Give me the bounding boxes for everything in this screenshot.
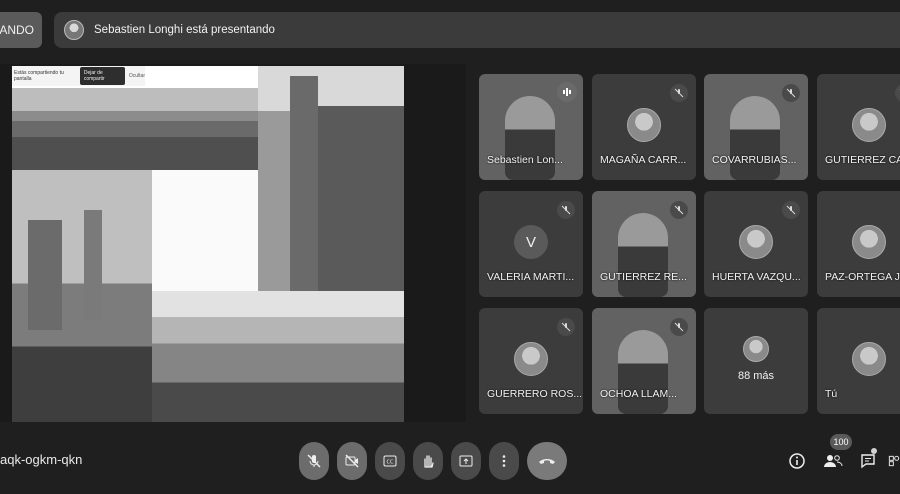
presentation-stage: Estás compartiendo tu pantalla Dejar de …	[0, 64, 466, 422]
mic-toggle-button[interactable]	[299, 442, 329, 480]
mic-muted-icon	[782, 84, 800, 102]
sharing-text: Estás compartiendo tu pantalla	[14, 70, 64, 82]
meeting-code: aqk-ogkm-qkn	[0, 452, 83, 467]
more-participants-tile[interactable]: 88 más	[704, 308, 808, 414]
cathedral-body-shape	[318, 106, 404, 291]
participant-name: OCHOA LLAM...	[600, 388, 678, 400]
captions-button[interactable]: CC	[375, 442, 405, 480]
participant-tile[interactable]: OCHOA LLAM...	[592, 308, 696, 414]
participant-video	[730, 96, 780, 180]
participant-avatar	[739, 225, 773, 259]
tower-shape-right	[84, 210, 102, 320]
participant-tile[interactable]: HUERTA VAZQU...	[704, 191, 808, 297]
participant-video	[618, 213, 668, 297]
participant-video	[505, 96, 555, 180]
raise-hand-icon	[424, 455, 434, 468]
participant-tile[interactable]: Sebastien Lon...	[479, 74, 583, 180]
participant-name: GUTIERREZ CA...	[825, 154, 900, 166]
hide-share-bar-button[interactable]: Ocultar	[129, 73, 145, 79]
meeting-info-button[interactable]	[786, 450, 808, 472]
end-call-button[interactable]	[527, 442, 567, 480]
participant-name: VALERIA MARTI...	[487, 271, 575, 283]
participant-video	[618, 330, 668, 414]
participant-tile[interactable]: GUTIERREZ RE...	[592, 191, 696, 297]
participant-name: MAGAÑA CARR...	[600, 154, 687, 166]
mic-muted-icon	[670, 318, 688, 336]
participant-name: COVARRUBIAS...	[712, 154, 797, 166]
camera-toggle-button[interactable]	[337, 442, 367, 480]
participant-avatar-stack	[743, 336, 769, 362]
participant-name: Sebastien Lon...	[487, 154, 563, 166]
participant-avatar	[852, 108, 886, 142]
header-left-button-label: RANDO	[0, 23, 34, 37]
self-tile[interactable]: Tú	[817, 308, 900, 414]
captions-icon: CC	[383, 455, 397, 467]
stop-sharing-button[interactable]: Dejar de compartir	[79, 67, 125, 85]
chat-notification-dot	[871, 448, 877, 454]
participant-tile[interactable]: GUERRERO ROS...	[479, 308, 583, 414]
header-left-button[interactable]: RANDO	[0, 12, 42, 48]
chat-icon	[861, 454, 875, 469]
slide-blank-panel	[152, 170, 258, 291]
self-avatar	[852, 342, 886, 376]
participant-tile[interactable]: PAZ-ORTEGA J...	[817, 191, 900, 297]
participant-tile[interactable]: V VALERIA MARTI...	[479, 191, 583, 297]
presenter-avatar	[64, 20, 84, 40]
slide-photo-towers	[12, 170, 152, 422]
screen-share-bar: Estás compartiendo tu pantalla Dejar de …	[12, 66, 145, 86]
cathedral-tower-shape	[290, 76, 318, 291]
participant-avatar	[627, 108, 661, 142]
participant-name: HUERTA VAZQU...	[712, 271, 801, 283]
activities-icon	[888, 455, 900, 467]
mic-muted-icon	[670, 201, 688, 219]
participant-tile[interactable]: MAGAÑA CARR...	[592, 74, 696, 180]
tower-shape-left	[28, 220, 62, 330]
participant-name: PAZ-ORTEGA J...	[825, 271, 900, 283]
slide-photo-cathedral	[258, 66, 404, 291]
participant-avatar	[852, 225, 886, 259]
camera-off-icon	[345, 454, 359, 468]
participant-count-badge: 100	[830, 434, 852, 450]
slide-photo-bridge-city	[152, 291, 404, 422]
shared-slide: Estás compartiendo tu pantalla Dejar de …	[12, 66, 404, 422]
slide-photo-city-panorama	[12, 88, 258, 170]
self-name: Tú	[825, 388, 838, 400]
mic-off-icon	[307, 454, 321, 468]
presenting-text: Sebastien Longhi está presentando	[94, 24, 275, 36]
mic-muted-icon	[557, 201, 575, 219]
participant-name: GUTIERREZ RE...	[600, 271, 687, 283]
mic-muted-icon	[895, 84, 900, 102]
people-icon	[824, 455, 843, 467]
presenting-banner: Sebastien Longhi está presentando	[54, 12, 900, 48]
more-options-button[interactable]	[489, 442, 519, 480]
present-icon	[459, 455, 473, 467]
end-call-icon	[539, 459, 555, 464]
participant-tile[interactable]: GUTIERREZ CA...	[817, 74, 900, 180]
info-icon	[789, 453, 805, 469]
participant-tile[interactable]: COVARRUBIAS...	[704, 74, 808, 180]
svg-text:CC: CC	[387, 460, 394, 466]
more-options-icon	[502, 455, 506, 467]
people-button[interactable]	[822, 450, 844, 472]
speaking-indicator-icon	[557, 82, 577, 102]
more-participants-count: 88 más	[737, 370, 775, 382]
mic-muted-icon	[557, 318, 575, 336]
present-button[interactable]	[451, 442, 481, 480]
raise-hand-button[interactable]	[413, 442, 443, 480]
participant-name: GUERRERO ROS...	[487, 388, 583, 400]
participant-avatar	[514, 342, 548, 376]
activities-button[interactable]	[888, 450, 900, 472]
mic-muted-icon	[782, 201, 800, 219]
participant-initial: V	[514, 225, 548, 259]
mic-muted-icon	[670, 84, 688, 102]
